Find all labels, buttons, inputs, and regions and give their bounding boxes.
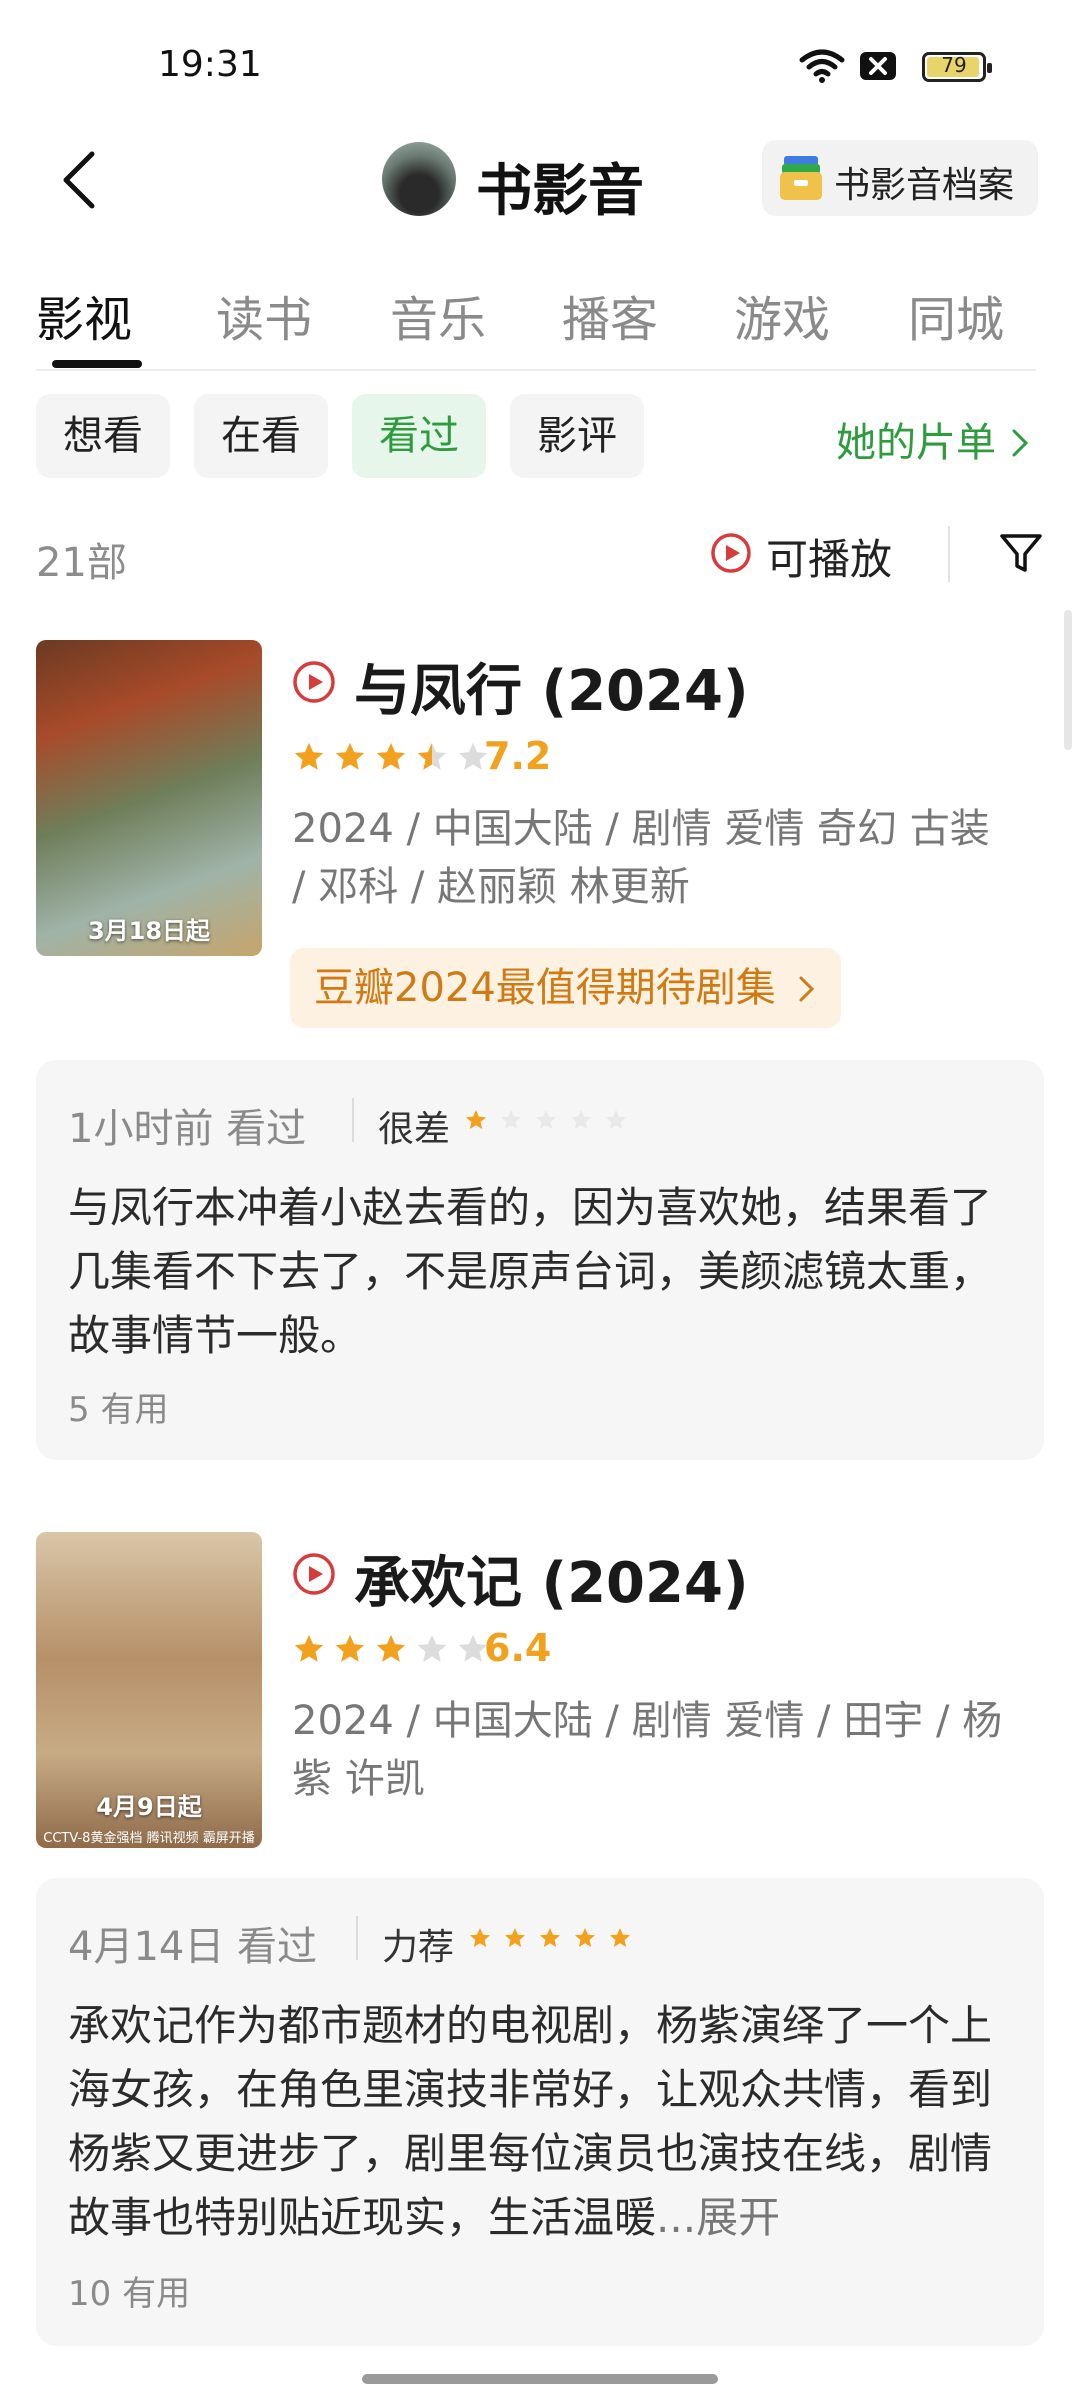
- divider: [352, 1098, 354, 1142]
- divider: [356, 1916, 358, 1960]
- star-empty-icon: [606, 1110, 627, 1129]
- star-icon: [335, 1634, 365, 1662]
- play-icon[interactable]: [292, 660, 336, 704]
- star-icon: [505, 1928, 526, 1947]
- playable-label: 可播放: [766, 535, 893, 584]
- home-indicator[interactable]: [362, 2374, 718, 2384]
- star-rating: [292, 1632, 492, 1668]
- star-icon: [610, 1928, 631, 1947]
- no-sim-icon: [860, 52, 896, 80]
- star-half-icon: [418, 742, 447, 770]
- review-text: 与凤行本冲着小赵去看的，因为喜欢她，结果看了几集看不下去了，不是原声台词，美颜滤…: [68, 1183, 993, 1360]
- star-empty-icon: [418, 1634, 447, 1662]
- star-empty-icon: [571, 1110, 592, 1129]
- item-count: 21部: [36, 540, 127, 586]
- movie-title[interactable]: 与凤行 (2024): [354, 646, 749, 727]
- archive-icon: [780, 156, 822, 200]
- movie-poster[interactable]: 4月9日起 CCTV-8黄金强档 腾讯视频 霸屏开播: [36, 1532, 262, 1848]
- battery-icon: 79: [922, 52, 992, 82]
- filter-icon[interactable]: [998, 530, 1044, 576]
- review-card[interactable]: 1小时前 看过 很差 与凤行本冲着小赵去看的，因为喜欢她，结果看了几集看不下去了…: [36, 1060, 1044, 1460]
- star-icon: [377, 1634, 406, 1662]
- star-icon: [470, 1928, 490, 1947]
- movie-meta: 2024 / 中国大陆 / 剧情 爱情 / 田宇 / 杨紫 许凯: [292, 1698, 1003, 1802]
- review-stars: [468, 1926, 638, 1950]
- movie-poster[interactable]: 3月18日起: [36, 640, 262, 956]
- play-icon: [711, 533, 751, 573]
- category-tabs: 影视 读书 音乐 播客 游戏 同城: [0, 280, 1080, 370]
- ranking-badge-label: 豆瓣2024最值得期待剧集: [314, 965, 776, 1011]
- battery-level: 79: [941, 53, 967, 77]
- divider: [948, 526, 950, 582]
- active-tab-indicator: [52, 360, 142, 368]
- filter-watched[interactable]: 看过: [352, 394, 486, 478]
- status-time: 19:31: [158, 44, 262, 85]
- star-empty-icon: [536, 1110, 557, 1129]
- page-title: 书影音: [476, 159, 644, 224]
- avatar[interactable]: [382, 142, 456, 216]
- useful-count[interactable]: 5 有用: [68, 1382, 168, 1431]
- review-text: 承欢记作为都市题材的电视剧，杨紫演绎了一个上海女孩，在角色里演技非常好，让观众共…: [68, 1994, 1018, 2250]
- archive-button[interactable]: 书影音档案: [762, 140, 1038, 216]
- review-stars: [464, 1108, 634, 1132]
- wifi-icon: [799, 49, 845, 83]
- tabs-divider: [36, 369, 1036, 371]
- her-list-label: 她的片单: [836, 420, 996, 466]
- review-time: 1小时前 看过: [68, 1106, 307, 1152]
- star-icon: [466, 1110, 486, 1129]
- her-list-link[interactable]: 她的片单: [836, 410, 1031, 468]
- filter-want[interactable]: 想看: [36, 394, 170, 478]
- rating-score: 6.4: [484, 1626, 552, 1670]
- star-icon: [294, 1634, 324, 1662]
- review-body: 承欢记作为都市题材的电视剧，杨紫演绎了一个上海女孩，在角色里演技非常好，让观众共…: [68, 2001, 993, 2242]
- star-icon: [575, 1928, 596, 1947]
- filter-reviews[interactable]: 影评: [510, 394, 644, 478]
- movie-meta: 2024 / 中国大陆 / 剧情 爱情 奇幻 古装 / 邓科 / 赵丽颖 林更新: [292, 806, 990, 910]
- review-level: 力荐: [382, 1927, 455, 1968]
- star-icon: [540, 1928, 561, 1947]
- star-rating: [292, 740, 492, 776]
- archive-label: 书影音档案: [834, 165, 1015, 206]
- review-level: 很差: [378, 1109, 451, 1150]
- star-icon: [335, 742, 365, 770]
- review-card[interactable]: 4月14日 看过 力荐 承欢记作为都市题材的电视剧，杨紫演绎了一个上海女孩，在角…: [36, 1878, 1044, 2346]
- scrollbar[interactable]: [1064, 610, 1072, 750]
- tab-film[interactable]: 影视: [36, 280, 132, 350]
- back-icon[interactable]: [58, 150, 102, 210]
- tab-music[interactable]: 音乐: [390, 280, 486, 350]
- tab-podcast[interactable]: 播客: [562, 280, 658, 350]
- filter-watching[interactable]: 在看: [194, 394, 328, 478]
- ranking-badge[interactable]: 豆瓣2024最值得期待剧集: [290, 948, 841, 1028]
- chevron-right-icon: [799, 976, 814, 1002]
- chevron-right-icon: [1012, 429, 1028, 457]
- star-empty-icon: [501, 1110, 522, 1129]
- tab-games[interactable]: 游戏: [734, 280, 830, 350]
- useful-count[interactable]: 10 有用: [68, 2266, 190, 2315]
- poster-caption: CCTV-8黄金强档 腾讯视频 霸屏开播: [43, 1831, 255, 1846]
- review-time: 4月14日 看过: [68, 1924, 318, 1970]
- expand-link[interactable]: ...展开: [656, 2193, 780, 2242]
- tab-local[interactable]: 同城: [908, 280, 1004, 350]
- rating-score: 7.2: [484, 734, 552, 778]
- poster-date: 4月9日起: [96, 1793, 202, 1821]
- tab-books[interactable]: 读书: [216, 280, 312, 350]
- star-icon: [377, 742, 406, 770]
- star-icon: [294, 742, 324, 770]
- play-icon[interactable]: [292, 1552, 336, 1596]
- poster-date: 3月18日起: [87, 917, 211, 945]
- movie-title[interactable]: 承欢记 (2024): [354, 1538, 749, 1619]
